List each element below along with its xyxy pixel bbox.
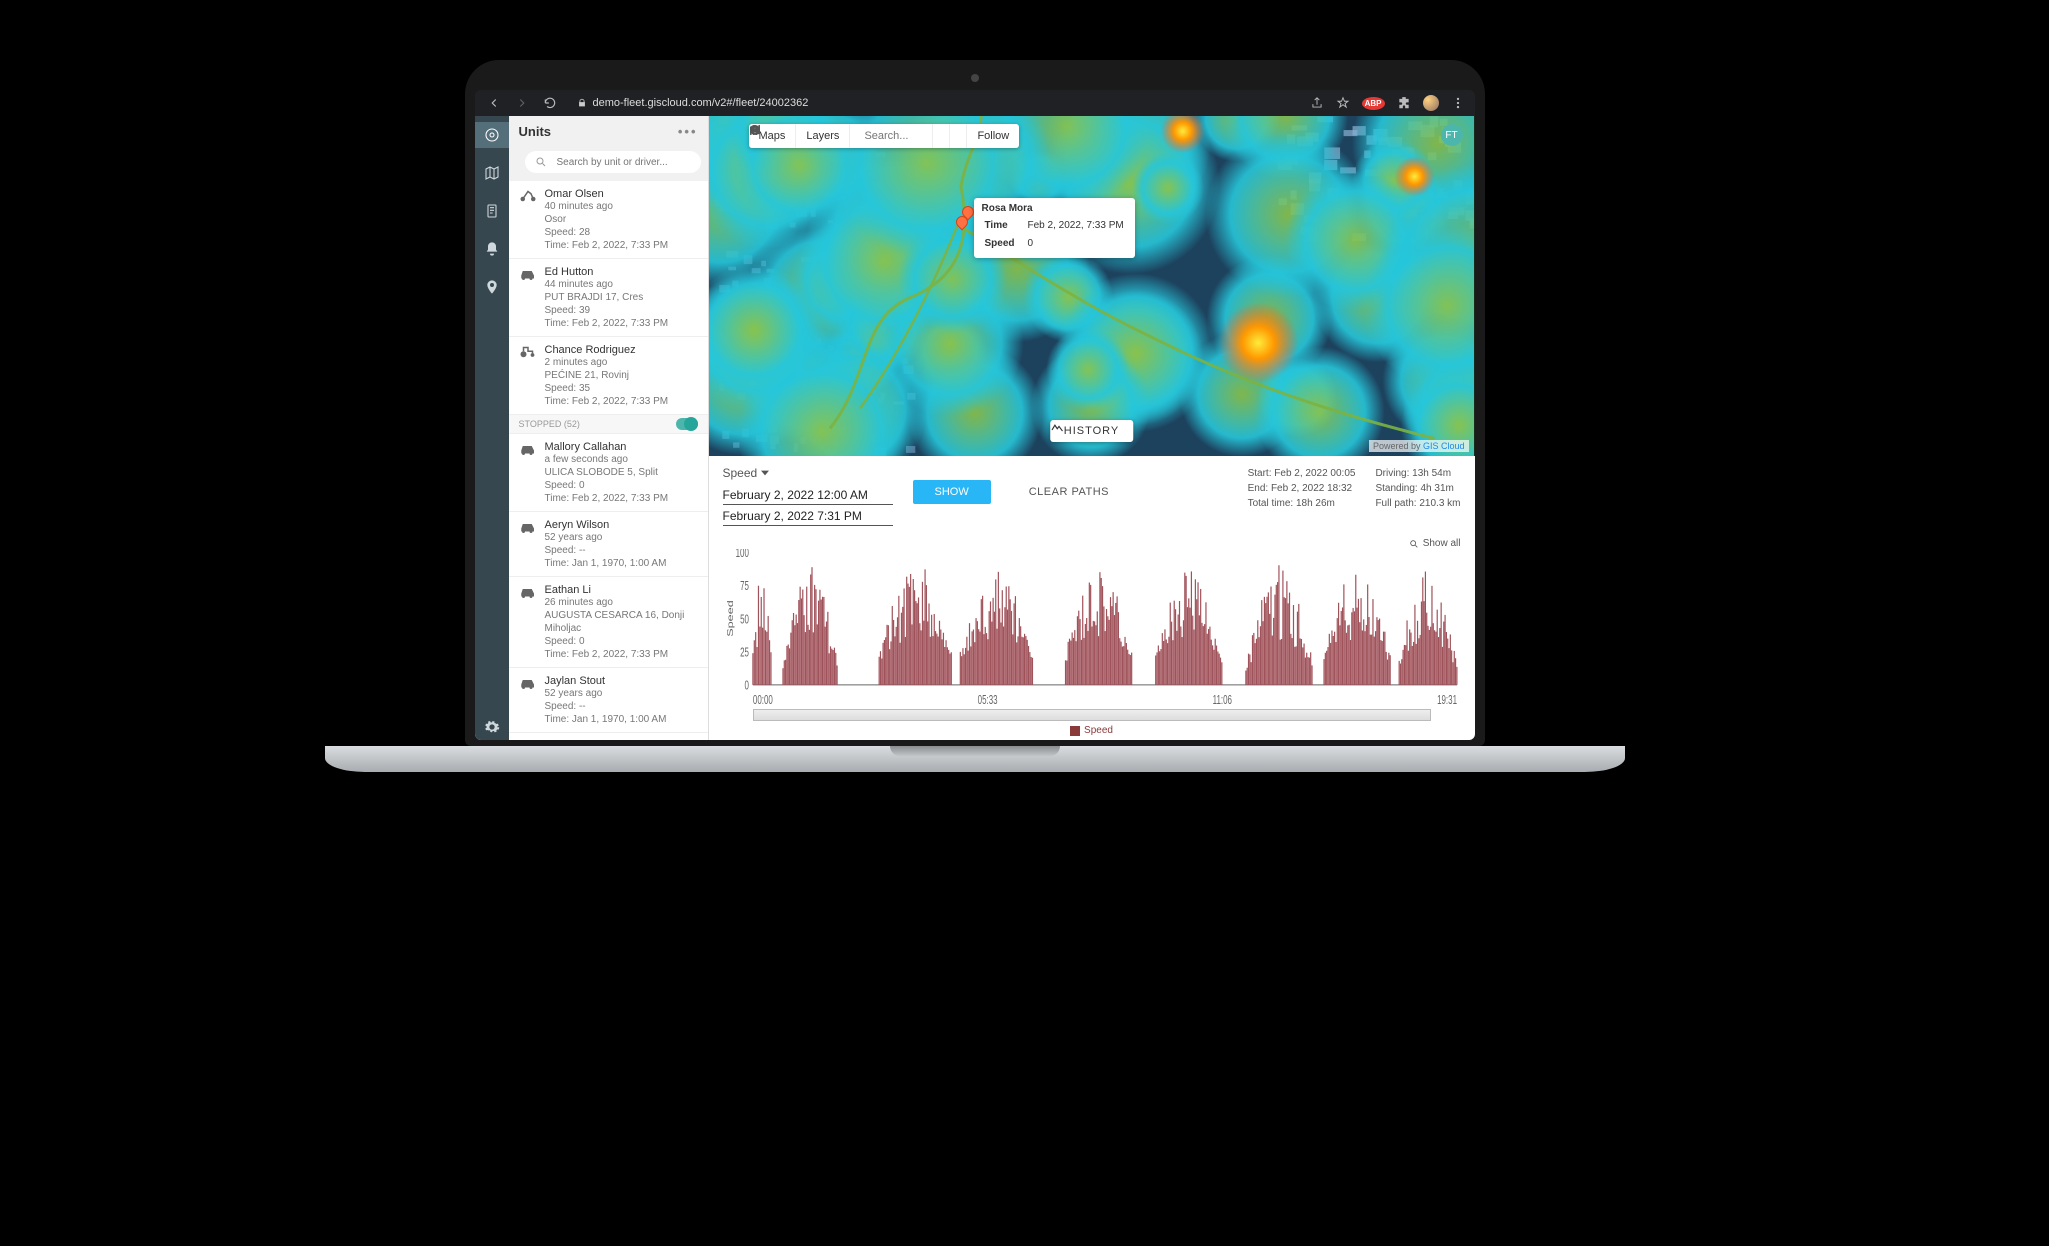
unit-name: Ed Hutton — [545, 266, 669, 278]
unit-name: Omar Olsen — [545, 188, 669, 200]
unit-search-input[interactable] — [555, 156, 691, 169]
popup-name: Rosa Mora — [982, 202, 1127, 216]
unit-item[interactable]: Chance Rodriguez2 minutes agoPEĆINE 21, … — [509, 337, 708, 415]
rail-settings[interactable] — [475, 714, 509, 740]
unit-item[interactable]: Ed Hutton44 minutes agoPUT BRAJDI 17, Cr… — [509, 259, 708, 337]
car-icon — [519, 519, 537, 570]
unit-item[interactable]: Aeryn Wilson52 years agoSpeed: --Time: J… — [509, 512, 708, 577]
units-sidebar: Units ••• Omar Olsen40 minutes agoOsorSp… — [509, 116, 709, 740]
svg-text:100: 100 — [735, 549, 748, 560]
svg-text:75: 75 — [740, 579, 749, 593]
layers-button[interactable]: Layers — [796, 124, 850, 148]
history-panel: Speed February 2, 2022 12:00 AM February… — [709, 456, 1475, 740]
svg-text:05:33: 05:33 — [977, 693, 997, 707]
legend-swatch — [1070, 726, 1080, 736]
history-stats: Start: Feb 2, 2022 00:05 End: Feb 2, 202… — [1248, 466, 1461, 511]
rail-map[interactable] — [475, 160, 509, 186]
svg-text:25: 25 — [740, 646, 749, 660]
car-icon — [519, 675, 537, 726]
info-button[interactable]: i — [933, 124, 950, 148]
map-canvas[interactable]: Maps Layers i Follow FT Rosa Mora — [709, 116, 1475, 456]
time-range-slider[interactable] — [753, 709, 1431, 721]
unit-item[interactable]: Eathan Li26 minutes agoAUGUSTA CESARCA 1… — [509, 577, 708, 668]
reload-icon[interactable] — [543, 96, 557, 110]
extension-abp-icon[interactable]: ABP — [1362, 97, 1385, 110]
unit-item[interactable]: Aiden Ferguson26 minutes agoZagrebačka u… — [509, 733, 708, 740]
chart-legend: Speed — [723, 725, 1461, 736]
history-button[interactable]: HISTORY — [1050, 420, 1134, 442]
unit-item[interactable]: Jaylan Stout52 years agoSpeed: --Time: J… — [509, 668, 708, 733]
motorbike-icon — [519, 188, 537, 252]
nav-rail — [475, 116, 509, 740]
laptop-frame: demo-fleet.giscloud.com/v2#/fleet/240023… — [465, 60, 1485, 746]
car-icon — [519, 441, 537, 505]
search-icon — [535, 156, 547, 168]
giscloud-link[interactable]: GIS Cloud — [1423, 441, 1465, 451]
unit-name: Mallory Callahan — [545, 441, 669, 453]
follow-button[interactable]: Follow — [967, 124, 1019, 148]
group-toggle[interactable] — [676, 418, 698, 430]
kebab-icon[interactable] — [1451, 96, 1465, 110]
rail-alerts[interactable] — [475, 236, 509, 262]
svg-text:19:31: 19:31 — [1437, 693, 1457, 707]
unit-item[interactable]: Omar Olsen40 minutes agoOsorSpeed: 28Tim… — [509, 181, 708, 259]
unit-name: Jaylan Stout — [545, 675, 667, 687]
magnify-icon — [1409, 539, 1419, 549]
profile-avatar-icon[interactable] — [1423, 95, 1439, 111]
lock-icon — [577, 98, 587, 108]
browser-chrome: demo-fleet.giscloud.com/v2#/fleet/240023… — [475, 90, 1475, 116]
car-icon — [519, 584, 537, 661]
attribution: Powered by GIS Cloud — [1369, 440, 1469, 452]
group-header[interactable]: STOPPED (52) — [509, 415, 708, 434]
address-bar[interactable]: demo-fleet.giscloud.com/v2#/fleet/240023… — [577, 97, 809, 109]
share-icon[interactable] — [1310, 96, 1324, 110]
tractor-icon — [519, 344, 537, 408]
map-search-input[interactable] — [858, 130, 928, 142]
show-button[interactable]: SHOW — [913, 480, 991, 504]
history-icon — [1050, 420, 1064, 434]
rail-reports[interactable] — [475, 198, 509, 224]
extensions-icon[interactable] — [1397, 96, 1411, 110]
laptop-base — [325, 746, 1625, 772]
svg-text:Speed: Speed — [726, 600, 735, 637]
metric-selector[interactable]: Speed — [723, 466, 893, 480]
unit-search[interactable] — [525, 151, 701, 173]
car-icon — [519, 266, 537, 330]
svg-text:0: 0 — [744, 679, 749, 693]
sidebar-menu-icon[interactable]: ••• — [678, 124, 698, 139]
rail-places[interactable] — [475, 274, 509, 300]
map-toolbar: Maps Layers i Follow — [749, 124, 1020, 148]
unit-name: Aeryn Wilson — [545, 519, 667, 531]
svg-text:00:00: 00:00 — [752, 693, 772, 707]
unit-list[interactable]: Omar Olsen40 minutes agoOsorSpeed: 28Tim… — [509, 181, 708, 740]
forward-icon[interactable] — [515, 96, 529, 110]
rail-fleet[interactable] — [475, 122, 509, 148]
caret-down-icon — [761, 469, 769, 477]
to-datetime[interactable]: February 2, 2022 7:31 PM — [723, 507, 893, 526]
star-icon[interactable] — [1336, 96, 1350, 110]
speed-chart[interactable]: 0 25 50 75 100 Speed 00:00 05:33 11:06 19:31 — [723, 549, 1461, 707]
streetview-button[interactable] — [950, 124, 967, 148]
svg-text:50: 50 — [740, 612, 749, 626]
back-icon[interactable] — [487, 96, 501, 110]
user-avatar[interactable]: FT — [1441, 124, 1463, 146]
clear-paths-button[interactable]: CLEAR PATHS — [1007, 480, 1131, 504]
sidebar-title: Units — [519, 124, 552, 139]
unit-name: Eathan Li — [545, 584, 698, 596]
webcam-dot — [971, 74, 979, 82]
unit-item[interactable]: Mallory Callahana few seconds agoULICA S… — [509, 434, 708, 512]
unit-name: Chance Rodriguez — [545, 344, 669, 356]
url-text: demo-fleet.giscloud.com/v2#/fleet/240023… — [593, 97, 809, 109]
from-datetime[interactable]: February 2, 2022 12:00 AM — [723, 486, 893, 505]
svg-text:11:06: 11:06 — [1212, 693, 1231, 707]
unit-popup: Rosa Mora TimeFeb 2, 2022, 7:33 PM Speed… — [974, 198, 1135, 258]
show-all-button[interactable]: Show all — [1409, 538, 1461, 549]
